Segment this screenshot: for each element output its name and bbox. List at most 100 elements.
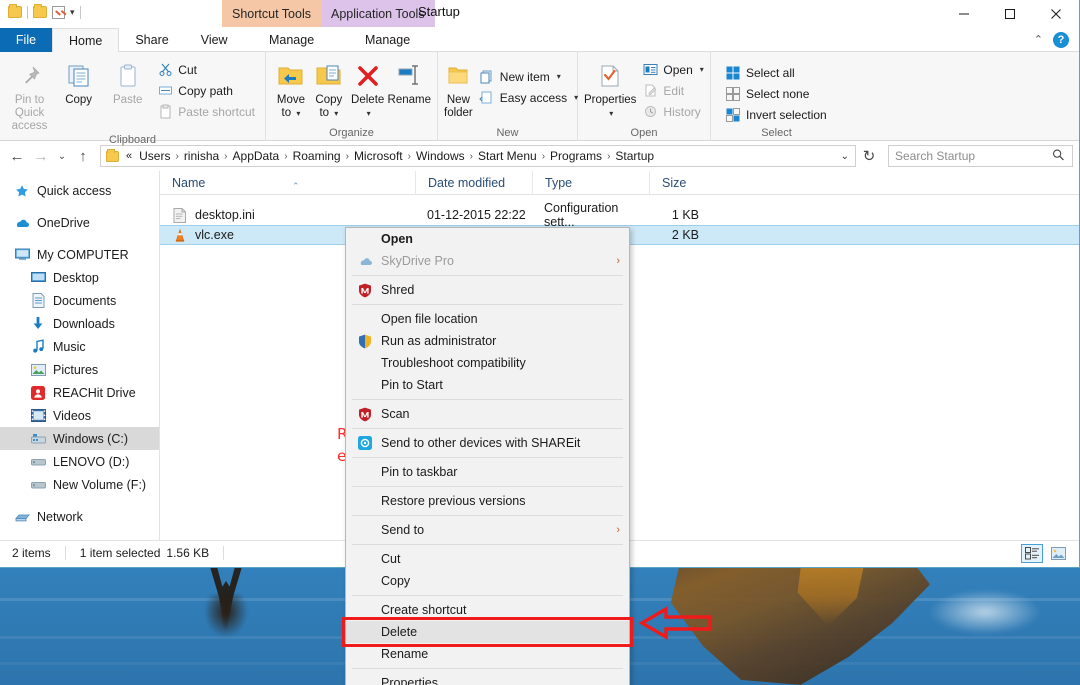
copy-button[interactable]: Copy [55,56,102,133]
breadcrumb-users[interactable]: Users [136,149,173,163]
maximize-button[interactable] [987,0,1033,28]
refresh-button[interactable]: ↻ [858,144,880,168]
caret-down-icon[interactable]: ▾ [700,65,704,74]
sidebar-item-onedrive[interactable]: OneDrive [0,211,159,234]
history-button[interactable]: History [638,101,707,122]
breadcrumb-separator[interactable]: › [223,151,228,162]
breadcrumb-microsoft[interactable]: Microsoft [351,149,406,163]
breadcrumb-overflow[interactable]: « [123,150,135,162]
sidebar-item-pictures[interactable]: Pictures [0,358,159,381]
customize-dropdown-icon[interactable]: ▾ [70,7,75,17]
caret-down-icon[interactable]: ▾ [367,107,371,120]
menu-item-pin-to-taskbar[interactable]: Pin to taskbar [346,461,629,483]
column-header-name[interactable]: Name ⌃ [160,171,415,195]
quick-access-toolbar[interactable]: ▾ [0,0,81,24]
copy-to-button[interactable]: Copy to ▾ [310,56,348,126]
properties-checkbox-icon[interactable] [52,5,65,19]
breadcrumb-separator[interactable]: › [606,151,611,162]
help-icon[interactable]: ? [1053,31,1069,48]
new-folder-icon[interactable] [33,4,47,18]
breadcrumb-startup[interactable]: Startup [612,149,657,163]
tab-share[interactable]: Share [119,28,184,52]
select-all-button[interactable]: Select all [721,62,831,83]
breadcrumb-windows[interactable]: Windows [413,149,468,163]
menu-item-open[interactable]: Open [346,228,629,250]
cut-button[interactable]: Cut [153,59,259,80]
breadcrumb-separator[interactable]: › [407,151,412,162]
menu-item-scan[interactable]: Scan [346,403,629,425]
select-none-button[interactable]: Select none [721,83,831,104]
caret-down-icon[interactable]: ▾ [609,107,613,120]
sidebar-item-reachit-drive[interactable]: REACHit Drive [0,381,159,404]
menu-item-troubleshoot-compatibility[interactable]: Troubleshoot compatibility [346,352,629,374]
tab-manage-shortcut-tools[interactable]: Manage [244,28,340,52]
breadcrumb-rinisha[interactable]: rinisha [181,149,222,163]
column-header-type[interactable]: Type [532,170,649,195]
sidebar-item-music[interactable]: Music [0,335,159,358]
properties-button[interactable]: Properties ▾ [584,56,636,126]
tab-home[interactable]: Home [52,28,120,52]
sidebar-item-desktop[interactable]: Desktop [0,266,159,289]
sidebar-item-downloads[interactable]: Downloads [0,312,159,335]
move-to-button[interactable]: Move to ▾ [272,56,310,126]
breadcrumb-separator[interactable]: › [469,151,474,162]
menu-item-shred[interactable]: Shred [346,279,629,301]
breadcrumb-separator[interactable]: › [283,151,288,162]
breadcrumb-bar[interactable]: « Users › rinisha › AppData › Roaming › … [100,145,856,167]
menu-item-restore-previous-versions[interactable]: Restore previous versions [346,490,629,512]
menu-item-run-as-administrator[interactable]: Run as administrator [346,330,629,352]
menu-item-open-file-location[interactable]: Open file location [346,308,629,330]
search-input[interactable]: Search Startup [888,145,1073,167]
breadcrumb-separator[interactable]: › [541,151,546,162]
menu-item-copy[interactable]: Copy [346,570,629,592]
sidebar-item-videos[interactable]: Videos [0,404,159,427]
sidebar-item-quick-access[interactable]: Quick access [0,179,159,202]
folder-icon[interactable] [8,4,22,18]
menu-item-create-shortcut[interactable]: Create shortcut [346,599,629,621]
new-folder-button[interactable]: New folder [444,56,473,126]
sidebar-item-documents[interactable]: Documents [0,289,159,312]
caret-down-icon[interactable]: ▾ [557,72,561,81]
paste-button[interactable]: Paste [104,56,151,133]
breadcrumb-appdata[interactable]: AppData [230,149,283,163]
minimize-button[interactable] [941,0,987,28]
chevron-up-icon[interactable]: ⌃ [1034,33,1043,46]
easy-access-button[interactable]: Easy access ▾ [475,87,582,108]
column-header-size[interactable]: Size [649,170,711,195]
menu-item-properties[interactable]: Properties [346,672,629,685]
sidebar-item-lenovo-d[interactable]: LENOVO (D:) [0,450,159,473]
tab-file[interactable]: File [0,28,52,52]
breadcrumb-roaming[interactable]: Roaming [290,149,344,163]
copy-path-button[interactable]: Copy path [153,80,259,101]
table-row[interactable]: desktop.ini 01-12-2015 22:22 Configurati… [160,201,1079,229]
details-view-button[interactable] [1021,543,1043,563]
breadcrumb-separator[interactable]: › [174,151,179,162]
breadcrumb-separator[interactable]: › [345,151,350,162]
new-item-button[interactable]: New item ▾ [475,66,582,87]
edit-button[interactable]: Edit [638,80,707,101]
breadcrumb-programs[interactable]: Programs [547,149,605,163]
rename-button[interactable]: Rename [388,56,431,126]
sidebar-item-new-volume-f[interactable]: New Volume (F:) [0,473,159,496]
open-button[interactable]: Open ▾ [638,59,707,80]
menu-item-pin-to-start[interactable]: Pin to Start [346,374,629,396]
tab-view[interactable]: View [185,28,244,52]
sidebar-item-my-computer[interactable]: My COMPUTER [0,243,159,266]
menu-item-delete[interactable]: Delete [346,621,629,643]
column-header-date-modified[interactable]: Date modified [415,170,532,195]
chevron-down-icon[interactable]: ⌄ [841,151,849,162]
menu-item-rename[interactable]: Rename [346,643,629,665]
caret-down-icon[interactable]: ▾ [296,109,300,118]
tab-manage-application-tools[interactable]: Manage [340,28,436,52]
menu-item-send-to-other-devices-shareit[interactable]: Send to other devices with SHAREit [346,432,629,454]
pin-to-quick-access-button[interactable]: Pin to Quick access [6,56,53,133]
large-icons-view-button[interactable] [1047,544,1069,563]
sidebar-item-windows-c[interactable]: Windows (C:) [0,427,159,450]
contextual-tab-shortcut-tools[interactable]: Shortcut Tools [222,0,321,27]
sidebar-item-network[interactable]: Network [0,505,159,528]
breadcrumb-start-menu[interactable]: Start Menu [475,149,540,163]
menu-item-send-to[interactable]: Send to › [346,519,629,541]
caret-down-icon[interactable]: ▾ [334,109,338,118]
menu-item-skydrive-pro[interactable]: SkyDrive Pro › [346,250,629,272]
invert-selection-button[interactable]: Invert selection [721,104,831,125]
